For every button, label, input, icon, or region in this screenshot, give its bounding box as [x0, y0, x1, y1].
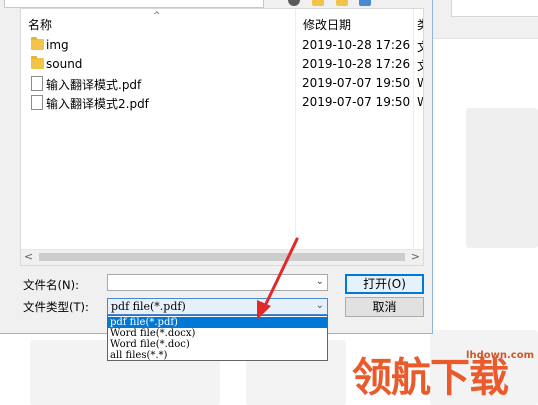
watermark-url: lhdown.com	[466, 350, 534, 361]
watermark-logo: 领航下载 lhdown.com	[352, 345, 538, 405]
